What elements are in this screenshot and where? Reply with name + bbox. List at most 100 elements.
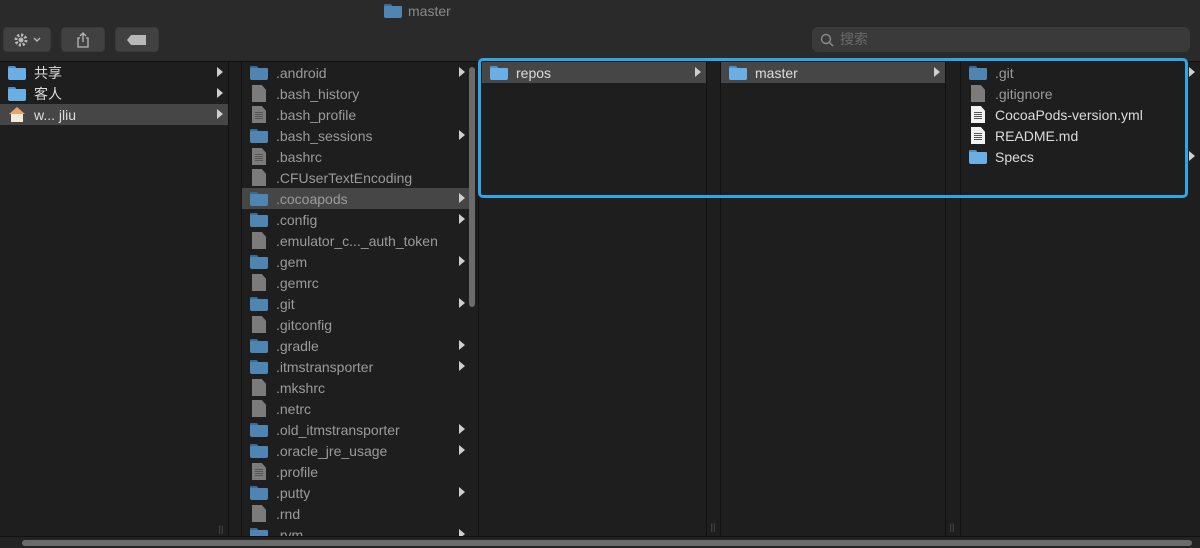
folder-icon [250, 65, 268, 80]
column-resize-handle[interactable]: || [708, 522, 718, 532]
list-item[interactable]: .rvm [242, 524, 470, 536]
item-label: .netrc [276, 400, 312, 417]
search-field[interactable] [812, 27, 1190, 52]
search-icon [820, 33, 834, 47]
column-resize-handle[interactable]: || [216, 524, 226, 534]
list-item[interactable]: CocoaPods-version.yml [961, 104, 1200, 125]
list-item[interactable]: .bash_profile [242, 104, 470, 125]
file-icon [252, 274, 266, 291]
sidebar-item-guest[interactable]: 客人 [0, 83, 228, 104]
disclosure-arrow-icon [459, 529, 465, 536]
folder-icon [969, 149, 987, 164]
list-item[interactable]: .gem [242, 251, 470, 272]
folder-icon [250, 128, 268, 143]
item-label: .profile [276, 463, 319, 480]
item-label: .android [276, 64, 327, 81]
window-toolbar: master [0, 0, 1200, 62]
column-resize-handle[interactable]: || [947, 522, 957, 532]
horizontal-scrollbar[interactable] [22, 540, 1192, 546]
search-input[interactable] [840, 31, 1160, 48]
item-label: .CFUserTextEncoding [276, 169, 413, 186]
list-item[interactable]: .old_itmstransporter [242, 419, 470, 440]
folder-icon [250, 527, 268, 536]
list-item-selected[interactable]: master [721, 62, 945, 83]
list-item[interactable]: .gemrc [242, 272, 470, 293]
list-item-selected[interactable]: .cocoapods [242, 188, 470, 209]
item-label: .mkshrc [276, 379, 325, 396]
list-item[interactable]: Specs [961, 146, 1200, 167]
list-item[interactable]: README.md [961, 125, 1200, 146]
list-item[interactable]: .git [961, 62, 1200, 83]
item-label: .bash_history [276, 85, 360, 102]
disclosure-arrow-icon [934, 67, 940, 77]
folder-icon [729, 65, 747, 80]
item-label: .bashrc [276, 148, 322, 165]
list-item[interactable]: .mkshrc [242, 377, 470, 398]
list-item[interactable]: .netrc [242, 398, 470, 419]
list-item[interactable]: .profile [242, 461, 470, 482]
list-item[interactable]: .gradle [242, 335, 470, 356]
list-item[interactable]: .rnd [242, 503, 470, 524]
text-file-icon [252, 106, 266, 123]
file-icon [252, 85, 266, 102]
list-item[interactable]: .bash_history [242, 83, 470, 104]
list-item[interactable]: .itmstransporter [242, 356, 470, 377]
tag-icon [127, 34, 146, 45]
list-item[interactable]: .gitignore [961, 83, 1200, 104]
item-label: .git [276, 295, 295, 312]
list-item[interactable]: .gitconfig [242, 314, 470, 335]
list-item[interactable]: .config [242, 209, 470, 230]
item-label: repos [516, 64, 552, 81]
item-label: .old_itmstransporter [276, 421, 400, 438]
list-item[interactable]: .git [242, 293, 470, 314]
list-item-selected[interactable]: repos [482, 62, 706, 83]
file-icon [252, 232, 266, 249]
list-item[interactable]: .emulator_c..._auth_token [242, 230, 470, 251]
item-label: CocoaPods-version.yml [995, 106, 1143, 123]
sidebar-item-home[interactable]: w... jliu [0, 104, 228, 125]
disclosure-arrow-icon [217, 109, 223, 119]
folder-icon [8, 65, 26, 80]
sidebar-column: 共享 客人 w... jliu || [0, 62, 228, 536]
disclosure-arrow-icon [459, 67, 465, 77]
disclosure-arrow-icon [459, 298, 465, 308]
file-icon [252, 169, 266, 186]
sidebar-item-label: 共享 [34, 64, 62, 81]
item-label: .rvm [276, 526, 304, 537]
list-item[interactable]: .putty [242, 482, 470, 503]
item-label: .putty [276, 484, 311, 501]
file-icon [252, 316, 266, 333]
vertical-scrollbar[interactable] [469, 67, 475, 307]
share-button[interactable] [61, 27, 105, 52]
window-title: master [384, 2, 451, 20]
disclosure-arrow-icon [459, 340, 465, 350]
item-label: .rnd [276, 505, 301, 522]
list-item[interactable]: .android [242, 62, 470, 83]
sidebar-item-shared[interactable]: 共享 [0, 62, 228, 83]
file-icon [971, 85, 985, 102]
tag-button[interactable] [115, 27, 159, 52]
disclosure-arrow-icon [459, 256, 465, 266]
item-label: .git [995, 64, 1014, 81]
item-label: .itmstransporter [276, 358, 374, 375]
disclosure-arrow-icon [695, 67, 701, 77]
file-icon [252, 379, 266, 396]
list-item[interactable]: .bash_sessions [242, 125, 470, 146]
list-item[interactable]: .CFUserTextEncoding [242, 167, 470, 188]
chevron-down-icon [33, 37, 41, 42]
disclosure-arrow-icon [459, 130, 465, 140]
folder-icon [250, 485, 268, 500]
list-item[interactable]: .oracle_jre_usage [242, 440, 470, 461]
disclosure-arrow-icon [459, 193, 465, 203]
folder-icon [250, 254, 268, 269]
text-file-icon [252, 148, 266, 165]
repos-column: master [721, 62, 945, 536]
action-menu-button[interactable] [3, 27, 51, 52]
list-item[interactable]: .bashrc [242, 146, 470, 167]
item-label: .emulator_c..._auth_token [276, 232, 438, 249]
window-title-text: master [408, 3, 451, 19]
sidebar-item-label: w... jliu [34, 106, 77, 123]
disclosure-arrow-icon [459, 487, 465, 497]
item-label: .cocoapods [276, 190, 348, 207]
item-label: .gitignore [995, 85, 1053, 102]
